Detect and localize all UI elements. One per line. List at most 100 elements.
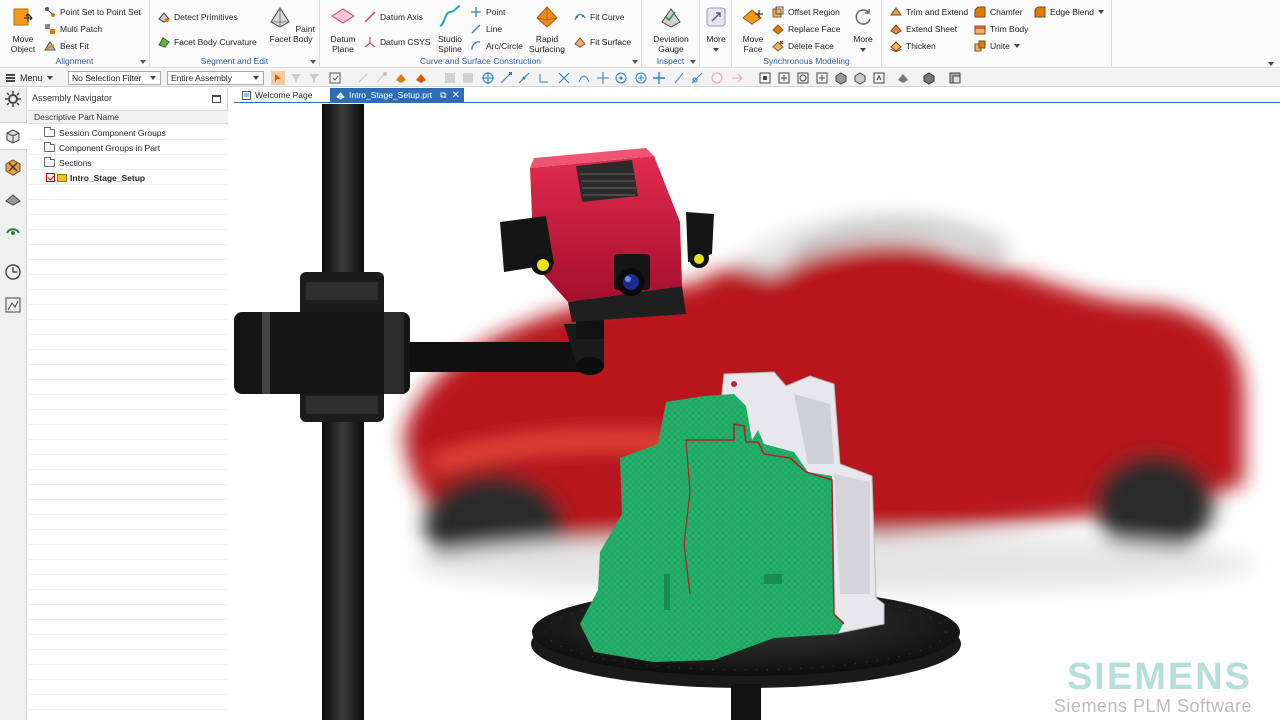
maximize-icon[interactable] [212,95,221,103]
edge-blend-button[interactable]: Edge Blend [1034,5,1104,19]
synchronous-modeling-group: Move Face Offset Region Replace Face Del… [732,0,882,68]
lighting-icon[interactable] [922,71,936,85]
inspect-group-menu[interactable] [690,60,696,64]
edges-icon[interactable] [896,71,910,85]
best-fit-button[interactable]: Best Fit [44,39,89,53]
move-object-button[interactable]: Move Object [6,4,40,54]
select-highlight-icon[interactable] [271,71,285,85]
pin-icon[interactable]: ⧉ [440,90,446,101]
point-button[interactable]: Point [470,5,505,19]
scope-dropdown[interactable]: Entire Assembly [167,71,264,85]
chamfer-button[interactable]: Chamfer [974,5,1023,19]
trim-body-button[interactable]: Trim Body [974,22,1028,36]
view-orient-icon[interactable] [872,71,886,85]
snap-icon[interactable] [356,71,370,85]
fit-curve-icon [574,13,586,21]
tangent-icon[interactable] [690,71,704,85]
tree-row-intro-stage-setup[interactable]: Intro_Stage_Setup [28,170,228,185]
fit-curve-button[interactable]: Fit Curve [574,10,624,24]
view-pan-icon[interactable] [815,71,829,85]
detect-primitives-button[interactable]: Detect Primitives [158,10,238,24]
offset-region-button[interactable]: Offset Region [772,5,840,19]
render-style-icon[interactable] [834,71,848,85]
paint-facet-body-button[interactable]: Paint Facet Body [266,4,316,44]
unite-button[interactable]: Unite [974,39,1020,53]
view-zoom-icon[interactable] [777,71,791,85]
datum-plane-button[interactable]: Datum Plane [326,4,360,54]
fit-surface-button[interactable]: Fit Surface [574,35,631,49]
line-button[interactable]: Line [470,22,502,36]
gear-icon[interactable] [4,90,22,108]
menu-button[interactable]: Menu [6,71,53,85]
detect-primitives-label: Detect Primitives [174,12,238,22]
filter-clear-icon[interactable] [307,71,321,85]
thicken-button[interactable]: Thicken [890,39,936,53]
face-rule-2-icon[interactable] [461,71,475,85]
existing-point-icon[interactable] [652,71,666,85]
control-point-icon[interactable] [537,71,551,85]
bounded-grid-icon[interactable] [672,71,686,85]
shaded-icon[interactable] [853,71,867,85]
graphics-viewport[interactable]: SIEMENS Siemens PLM Software [234,104,1280,720]
multi-patch-button[interactable]: Multi Patch [44,22,102,36]
tab-intro-stage-setup[interactable]: Intro_Stage_Setup.prt ⧉ ✕ [330,88,464,102]
folder-icon [44,126,55,137]
tree-row-sections[interactable]: Sections [28,155,228,170]
feature-group: Trim and Extend Extend Sheet Thicken Cha… [882,0,1112,68]
deviation-gauge-button[interactable]: Deviation Gauge [648,4,694,54]
select-body-icon[interactable] [394,71,408,85]
chevron-down-icon [1268,62,1274,66]
selection-filter-dropdown[interactable]: No Selection Filter [68,71,161,85]
snap-end-icon[interactable] [374,71,388,85]
curve-surface-group-menu[interactable] [632,60,638,64]
fit-curve-label: Fit Curve [590,12,625,22]
snap-point-icon[interactable] [481,71,495,85]
select-all-icon[interactable] [328,71,342,85]
datum-axis-icon [364,11,376,23]
alignment-group-menu[interactable] [140,60,146,64]
trim-extend-button[interactable]: Trim and Extend [890,5,968,19]
part-navigator-icon[interactable] [4,190,22,208]
column-header[interactable]: Descriptive Part Name [28,110,228,124]
datum-axis-button[interactable]: Datum Axis [364,10,423,24]
inspect-more-button[interactable]: More [702,4,730,54]
select-feature-icon[interactable] [414,71,428,85]
layer-icon[interactable] [948,71,962,85]
rail-active-item[interactable] [0,122,27,150]
segment-edit-group-menu[interactable] [310,60,316,64]
view-fit-icon[interactable] [758,71,772,85]
intersection-icon[interactable] [557,71,571,85]
arrow-snap-icon[interactable] [730,71,744,85]
tab-welcome-page[interactable]: Welcome Page [236,88,318,102]
ribbon-options-menu[interactable] [1264,58,1274,68]
history-clock-icon[interactable] [4,263,22,281]
replace-face-button[interactable]: Replace Face [772,22,840,36]
face-rule-icon[interactable] [443,71,457,85]
mid-point-icon[interactable] [517,71,531,85]
tree-row-session-groups[interactable]: Session Component Groups [28,125,228,140]
system-materials-icon[interactable] [4,296,22,314]
move-face-button[interactable]: Move Face [736,4,770,54]
studio-spline-button[interactable]: Studio Spline [432,4,468,54]
view-rotate-icon[interactable] [796,71,810,85]
quadrant-point-icon[interactable] [614,71,628,85]
point-on-curve-icon[interactable] [577,71,591,85]
tree-row-component-groups[interactable]: Component Groups in Part [28,140,228,155]
rapid-surfacing-button[interactable]: Rapid Surfacing [525,4,569,54]
delete-face-button[interactable]: Delete Face [772,39,834,53]
point-on-face-icon[interactable] [634,71,648,85]
reuse-library-icon[interactable] [4,222,22,240]
constraint-navigator-icon[interactable] [4,158,22,176]
visibility-checkbox[interactable] [46,173,55,182]
point-set-button[interactable]: Point Set to Point Set [44,5,141,19]
end-point-icon[interactable] [499,71,513,85]
facet-body-curvature-button[interactable]: Facet Body Curvature [158,35,257,49]
extend-sheet-button[interactable]: Extend Sheet [890,22,957,36]
arc-circle-button[interactable]: Arc/Circle [470,39,523,53]
synchronous-more-button[interactable]: More [848,4,878,54]
snap-off-icon[interactable] [710,71,724,85]
close-icon[interactable]: ✕ [452,90,460,101]
filter-icon[interactable] [289,71,303,85]
datum-csys-button[interactable]: Datum CSYS [364,35,431,49]
arc-center-icon[interactable] [596,71,610,85]
